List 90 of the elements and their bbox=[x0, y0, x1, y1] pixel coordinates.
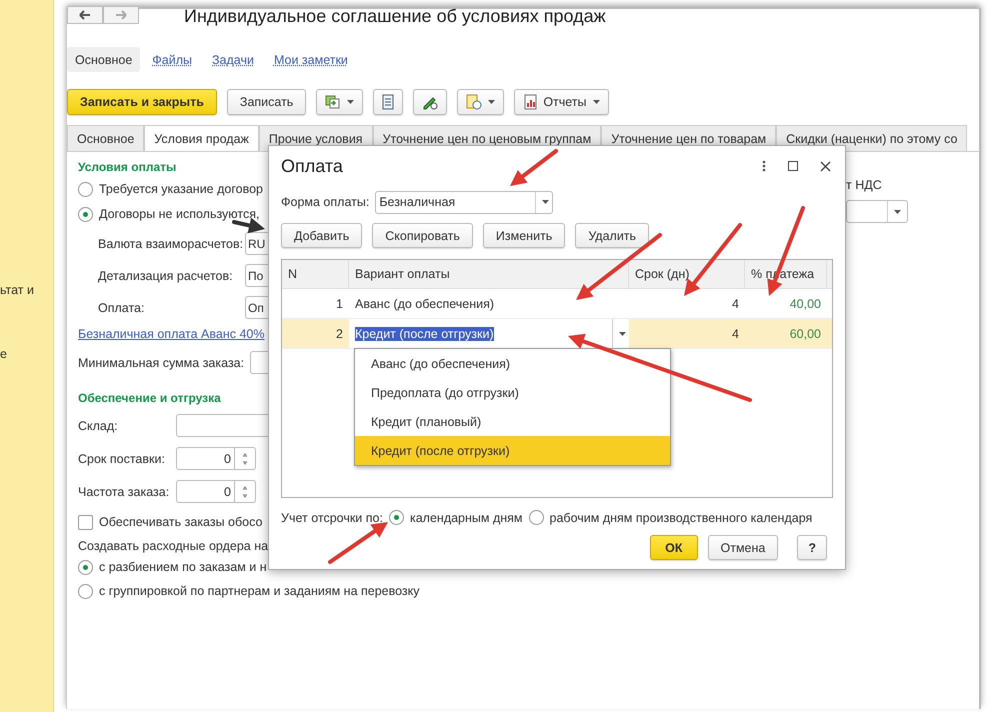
section-link[interactable]: Основное bbox=[67, 47, 140, 72]
field-label: т НДС bbox=[846, 178, 883, 192]
field-label: Частота заказа: bbox=[78, 484, 170, 498]
tab[interactable]: Скидки (наценки) по этому со bbox=[776, 125, 968, 151]
dropdown-field[interactable]: Безналичная bbox=[375, 190, 554, 214]
caret-icon bbox=[542, 200, 550, 204]
radio-button[interactable] bbox=[388, 510, 404, 525]
section-link[interactable]: Задачи bbox=[204, 47, 262, 72]
chart-icon bbox=[523, 94, 540, 110]
window-title: Индивидуальное соглашение об условиях продаж bbox=[184, 6, 606, 26]
save-close-button[interactable]: Записать и закрыть bbox=[67, 89, 217, 115]
table-cell-text: 40,00 bbox=[788, 296, 822, 312]
field-label: Склад: bbox=[78, 418, 119, 432]
table-cell-editor[interactable]: Кредит (после отгрузки) bbox=[349, 319, 629, 348]
radio-button[interactable] bbox=[78, 206, 93, 222]
help-button[interactable]: ? bbox=[797, 535, 827, 560]
radio-label: с разбиением по заказам и н bbox=[99, 560, 267, 574]
field-label: Форма оплаты: bbox=[281, 195, 370, 209]
tab[interactable]: Условия продаж bbox=[144, 125, 259, 151]
field-label: Учет отсрочки по: bbox=[281, 510, 383, 524]
more-icon[interactable] bbox=[762, 160, 766, 172]
radio-label: Договоры не используются, bbox=[99, 207, 260, 221]
table-command-button[interactable]: Изменить bbox=[482, 223, 566, 248]
maximize-icon[interactable] bbox=[788, 161, 798, 171]
field-label: Детализация расчетов: bbox=[98, 268, 234, 282]
checkbox-label: Обеспечивать заказы обосо bbox=[99, 515, 262, 529]
radio-label: календарным дням bbox=[410, 510, 523, 524]
number-field[interactable]: 0 bbox=[176, 480, 256, 503]
group-label: Создавать расходные ордера на bbox=[78, 539, 268, 553]
table-cell-text: 4 bbox=[731, 296, 740, 312]
caret-icon bbox=[347, 100, 354, 104]
pointer-arrow bbox=[510, 149, 558, 186]
section-heading: Условия оплаты bbox=[78, 160, 176, 174]
caret-icon bbox=[488, 100, 496, 104]
field-label: Срок поставки: bbox=[78, 452, 166, 466]
panel-text: ьтат и bbox=[0, 283, 35, 297]
panel-text: е bbox=[0, 347, 8, 361]
edit-button[interactable] bbox=[413, 89, 448, 115]
table-cell-text: Аванс (до обеспечения) bbox=[354, 296, 496, 313]
radio-label: Требуется указание договор bbox=[99, 182, 263, 196]
table-cell-text: 4 bbox=[731, 326, 740, 342]
radio-button[interactable] bbox=[528, 510, 544, 525]
list-button[interactable] bbox=[373, 89, 404, 115]
documents-icon bbox=[325, 95, 342, 109]
radio-label: рабочим дням производственного календаря bbox=[550, 510, 812, 524]
list-icon bbox=[382, 94, 394, 110]
table-cell-text: 1 bbox=[335, 296, 344, 312]
table-row[interactable]: 2 Кредит (после отгрузки) 4 60,00 bbox=[282, 319, 832, 349]
section-heading: Обеспечение и отгрузка bbox=[78, 391, 221, 405]
table-command-button[interactable]: Удалить bbox=[575, 223, 650, 248]
radio-button[interactable] bbox=[78, 182, 93, 196]
dialog-title: Оплата bbox=[281, 156, 343, 176]
column-header: N bbox=[282, 260, 349, 288]
dropdown-option[interactable]: Аванс (до обеспечения) bbox=[355, 349, 670, 378]
save-button[interactable]: Записать bbox=[226, 89, 306, 115]
field-label: Минимальная сумма заказа: bbox=[78, 356, 244, 370]
spin-arrows-icon[interactable] bbox=[241, 484, 249, 500]
field-label: Валюта взаиморасчетов: bbox=[98, 236, 244, 250]
table-command-button[interactable]: Скопировать bbox=[372, 223, 473, 248]
radio-button[interactable] bbox=[78, 560, 93, 574]
back-button[interactable] bbox=[67, 6, 103, 24]
dropdown-option[interactable]: Предоплата (до отгрузки) bbox=[355, 378, 670, 407]
checkbox[interactable] bbox=[78, 514, 93, 530]
left-arrow-icon bbox=[79, 10, 91, 20]
cancel-button[interactable]: Отмена bbox=[708, 535, 778, 560]
dropdown-field[interactable] bbox=[846, 200, 908, 223]
radio-button[interactable] bbox=[78, 584, 93, 598]
field-label: Оплата: bbox=[98, 300, 146, 314]
right-arrow-icon bbox=[115, 10, 127, 20]
document-clock-button[interactable] bbox=[457, 89, 504, 115]
radio-label: с группировкой по партнерам и заданиям на перевозку bbox=[99, 584, 420, 598]
caret-icon bbox=[619, 332, 626, 336]
table-command-button[interactable]: Добавить bbox=[281, 223, 362, 248]
caret-icon bbox=[894, 210, 901, 214]
caret-icon bbox=[592, 100, 600, 104]
dropdown-option[interactable]: Кредит (плановый) bbox=[355, 407, 670, 436]
create-based-button[interactable] bbox=[316, 89, 364, 115]
payment-link[interactable]: Безналичная оплата Аванс 40% bbox=[78, 327, 264, 341]
ok-button[interactable]: ОК bbox=[650, 535, 698, 560]
spin-arrows-icon[interactable] bbox=[241, 450, 249, 466]
table-cell-text: 60,00 bbox=[788, 326, 822, 342]
document-clock-icon bbox=[466, 94, 482, 110]
dropdown-option[interactable]: Кредит (после отгрузки) bbox=[355, 436, 670, 465]
tab[interactable]: Основное bbox=[67, 125, 144, 151]
close-icon[interactable] bbox=[820, 160, 831, 172]
reports-button[interactable]: Отчеты bbox=[514, 89, 609, 115]
section-link[interactable]: Мои заметки bbox=[266, 47, 356, 72]
section-link[interactable]: Файлы bbox=[144, 47, 200, 72]
number-field[interactable]: 0 bbox=[176, 447, 256, 470]
table-cell-text: 2 bbox=[335, 326, 344, 342]
